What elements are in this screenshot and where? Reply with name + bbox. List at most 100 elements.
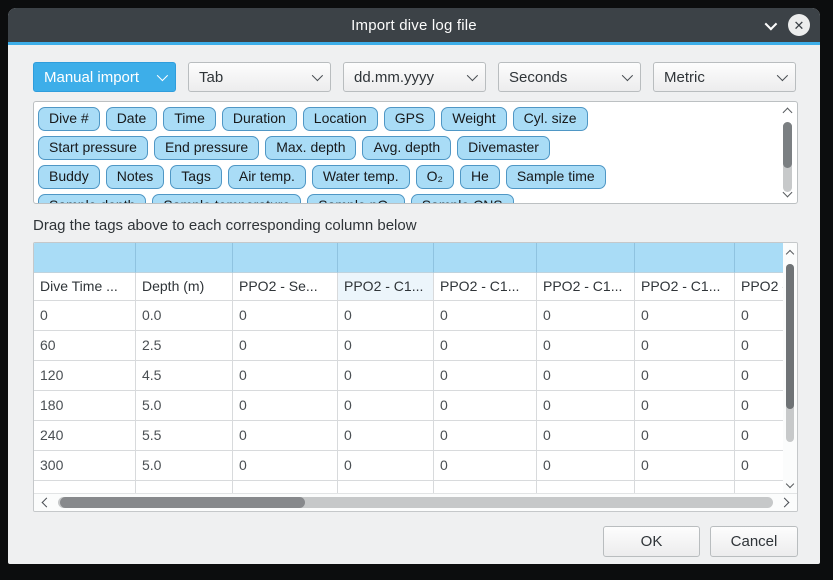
tag-air-temp[interactable]: Air temp.	[228, 165, 306, 189]
tag-date[interactable]: Date	[106, 107, 158, 131]
drop-target-cell[interactable]	[434, 243, 537, 273]
chevron-down-icon	[622, 70, 633, 81]
tag-o[interactable]: O₂	[416, 165, 454, 189]
column-header-row: Dive Time ...Depth (m)PPO2 - Se...PPO2 -…	[34, 273, 797, 301]
drop-target-cell[interactable]	[233, 243, 338, 273]
table-cell: 180	[34, 391, 136, 421]
tag-tags[interactable]: Tags	[170, 165, 222, 189]
column-header[interactable]: Depth (m)	[136, 273, 233, 301]
clipped-cell	[635, 481, 735, 493]
tag-rows: Dive #DateTimeDurationLocationGPSWeight C…	[38, 102, 777, 204]
ok-button[interactable]: OK	[603, 526, 700, 557]
table-cell: 5.0	[136, 451, 233, 481]
import-mode-combo[interactable]: Manual import	[33, 62, 176, 92]
dialog-title: Import dive log file	[351, 17, 477, 34]
table-horizontal-scrollbar[interactable]	[34, 493, 797, 511]
table-cell: 0	[735, 451, 785, 481]
tag-avg-depth[interactable]: Avg. depth	[362, 136, 451, 160]
drop-target-cell[interactable]	[136, 243, 233, 273]
tag-gps[interactable]: GPS	[384, 107, 436, 131]
table-body: 00.0000000602.50000001204.50000001805.00…	[34, 301, 797, 481]
combo-value: Seconds	[509, 69, 616, 86]
window-frame: Import dive log file ✕ Manual import Tab…	[0, 0, 833, 580]
tag-sample-cns[interactable]: Sample CNS	[411, 194, 514, 204]
column-header[interactable]: PPO2 - C1...	[537, 273, 635, 301]
tag-pool-scrollbar[interactable]	[781, 104, 794, 201]
scroll-up-icon[interactable]	[786, 250, 794, 258]
table-cell: 0	[233, 451, 338, 481]
table-cell: 0	[233, 421, 338, 451]
tag-row: Sample depth Sample temperature Sample pO₂…	[38, 194, 777, 204]
tag-notes[interactable]: Notes	[106, 165, 165, 189]
chevron-down-icon	[157, 70, 168, 81]
column-header[interactable]: Dive Time ...	[34, 273, 136, 301]
tag-location[interactable]: Location	[303, 107, 378, 131]
table-cell: 0.0	[136, 301, 233, 331]
column-header[interactable]: PPO2 - C1...	[434, 273, 537, 301]
table-cell: 0	[338, 301, 434, 331]
column-header[interactable]: PPO2 - C1...	[735, 273, 785, 301]
close-button[interactable]: ✕	[788, 14, 810, 36]
table-cell: 0	[537, 301, 635, 331]
clipped-cell	[537, 481, 635, 493]
tag-cyl-size[interactable]: Cyl. size	[513, 107, 588, 131]
tag-time[interactable]: Time	[163, 107, 216, 131]
tag-weight[interactable]: Weight	[441, 107, 506, 131]
tag-end-pressure[interactable]: End pressure	[154, 136, 259, 160]
date-format-combo[interactable]: dd.mm.yyyy	[343, 62, 486, 92]
titlebar-accent-line	[8, 42, 820, 45]
table-cell: 0	[537, 451, 635, 481]
scrollbar-thumb[interactable]	[786, 264, 794, 409]
table-cell: 0	[537, 421, 635, 451]
column-header[interactable]: PPO2 - C1...	[635, 273, 735, 301]
table-cell: 240	[34, 421, 136, 451]
field-separator-combo[interactable]: Tab	[188, 62, 331, 92]
tag-sample-po[interactable]: Sample pO₂	[307, 194, 404, 204]
import-preview-table: Dive Time ...Depth (m)PPO2 - Se...PPO2 -…	[33, 242, 798, 512]
tag-max-depth[interactable]: Max. depth	[265, 136, 356, 160]
table-cell: 4.5	[136, 361, 233, 391]
tag-dive[interactable]: Dive #	[38, 107, 100, 131]
drop-target-cell[interactable]	[34, 243, 136, 273]
tag-duration[interactable]: Duration	[222, 107, 297, 131]
duration-format-combo[interactable]: Seconds	[498, 62, 641, 92]
tag-row: Start pressureEnd pressureMax. depthAvg.…	[38, 136, 777, 160]
table-cell: 0	[635, 391, 735, 421]
tag-sample-depth[interactable]: Sample depth	[38, 194, 146, 204]
scrollbar-thumb[interactable]	[783, 122, 792, 168]
scroll-left-icon[interactable]	[42, 498, 52, 508]
tag-sample-time[interactable]: Sample time	[506, 165, 606, 189]
tag-row: BuddyNotesTagsAir temp.Water temp.O₂HeSa…	[38, 165, 777, 189]
scroll-right-icon[interactable]	[780, 498, 790, 508]
tag-buddy[interactable]: Buddy	[38, 165, 100, 189]
column-header[interactable]: PPO2 - C1...	[338, 273, 434, 301]
titlebar[interactable]: Import dive log file ✕	[8, 8, 820, 42]
table-cell: 5.5	[136, 421, 233, 451]
tag-start-pressure[interactable]: Start pressure	[38, 136, 148, 160]
cancel-button[interactable]: Cancel	[710, 526, 798, 557]
drop-target-cell[interactable]	[537, 243, 635, 273]
scroll-up-icon[interactable]	[783, 108, 793, 118]
clipped-cell	[233, 481, 338, 493]
clipped-cell	[434, 481, 537, 493]
tag-row: Dive #DateTimeDurationLocationGPSWeight C…	[38, 107, 777, 131]
tag-divemaster[interactable]: Divemaster	[457, 136, 550, 160]
column-header[interactable]: PPO2 - Se...	[233, 273, 338, 301]
drop-target-cell[interactable]	[635, 243, 735, 273]
clipped-row	[34, 481, 797, 493]
chevron-down-icon	[777, 70, 788, 81]
chevron-down-icon[interactable]	[765, 17, 778, 30]
scrollbar-thumb[interactable]	[60, 497, 305, 508]
table-cell: 0	[735, 331, 785, 361]
units-combo[interactable]: Metric	[653, 62, 796, 92]
scroll-down-icon[interactable]	[786, 480, 794, 488]
table-cell: 0	[635, 361, 735, 391]
drop-target-cell[interactable]	[735, 243, 785, 273]
tag-water-temp[interactable]: Water temp.	[312, 165, 410, 189]
combo-value: Metric	[664, 69, 771, 86]
tag-he[interactable]: He	[460, 165, 500, 189]
drop-target-cell[interactable]	[338, 243, 434, 273]
tag-sample-temperature[interactable]: Sample temperature	[152, 194, 301, 204]
table-vertical-scrollbar[interactable]	[783, 243, 797, 493]
dialog-buttons: OK Cancel	[33, 526, 798, 557]
